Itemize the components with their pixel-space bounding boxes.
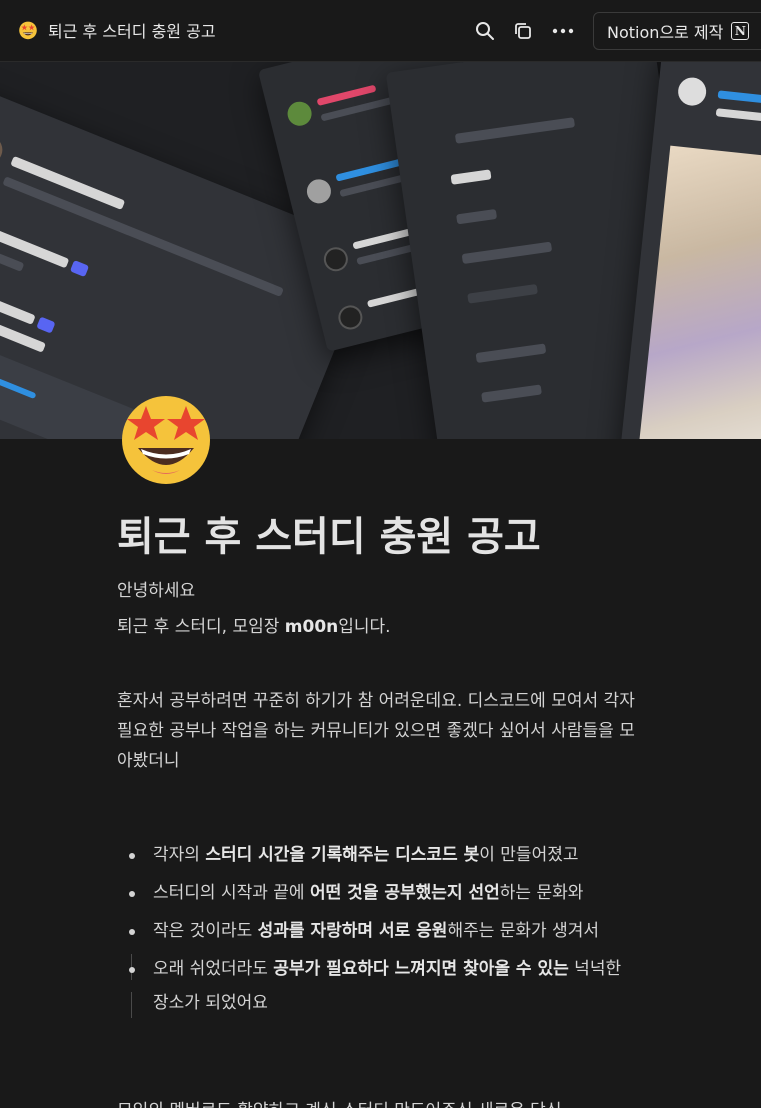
page-title: 퇴근 후 스터디 충원 공고 bbox=[117, 514, 541, 560]
star-struck-emoji-icon bbox=[122, 396, 210, 484]
bullet-dot bbox=[129, 967, 135, 973]
intro-prefix: 퇴근 후 스터디, 모임장 bbox=[117, 617, 285, 637]
duplicate-icon[interactable] bbox=[512, 20, 534, 42]
search-icon[interactable] bbox=[474, 20, 496, 42]
list-item: 스터디의 시작과 끝에 어떤 것을 공부했는지 선언하는 문화와 bbox=[117, 876, 637, 910]
intro-text: 퇴근 후 스터디, 모임장 m00n입니다. bbox=[117, 612, 637, 642]
bullet-text: 해주는 문화가 생겨서 bbox=[447, 921, 600, 941]
bullet-bold-text: 성과를 자랑하며 서로 응원 bbox=[257, 921, 448, 941]
bullet-text: 하는 문화와 bbox=[499, 883, 584, 903]
bullet-text: 각자의 bbox=[153, 845, 206, 865]
made-with-notion-label: Notion으로 제작 bbox=[607, 23, 724, 42]
intro-suffix: 입니다. bbox=[338, 617, 391, 637]
block-divider bbox=[131, 992, 132, 1018]
top-bar: 퇴근 후 스터디 충원 공고 Notion으로 제작 N bbox=[0, 0, 761, 62]
organizer-name: m00n bbox=[284, 617, 339, 637]
notion-logo-icon: N bbox=[731, 22, 750, 40]
bullet-dot bbox=[129, 853, 135, 859]
bullet-text: 작은 것이라도 bbox=[153, 921, 258, 941]
bullet-text: 이 만들어졌고 bbox=[479, 845, 579, 865]
list-item: 작은 것이라도 성과를 자랑하며 서로 응원해주는 문화가 생겨서 bbox=[117, 914, 637, 980]
bullet-bold-text: 공부가 필요하다 느껴지면 찾아올 수 있는 bbox=[273, 959, 569, 979]
bullet-dot bbox=[129, 891, 135, 897]
more-options-icon[interactable] bbox=[552, 20, 574, 42]
bullet-text: 오래 쉬었더라도 bbox=[153, 959, 274, 979]
cover-image bbox=[0, 62, 761, 439]
bullet-bold-text: 스터디 시간을 기록해주는 디스코드 봇 bbox=[205, 845, 480, 865]
bullet-bold-text: 어떤 것을 공부했는지 선언 bbox=[309, 883, 500, 903]
body-paragraph: 혼자서 공부하려면 꾸준히 하기가 참 어려운데요. 디스코드에 모여서 각자 … bbox=[117, 691, 635, 771]
bullet-text: 스터디의 시작과 끝에 bbox=[153, 883, 310, 903]
bullet-dot bbox=[129, 929, 135, 935]
greeting-text: 안녕하세요 bbox=[117, 581, 196, 601]
page-content: 퇴근 후 스터디 충원 공고 안녕하세요 퇴근 후 스터디, 모임장 m00n입… bbox=[117, 506, 637, 776]
feature-bullet-list: 각자의 스터디 시간을 기록해주는 디스코드 봇이 만들어졌고 스터디의 시작과… bbox=[117, 838, 637, 1024]
list-item: 오래 쉬었더라도 공부가 필요하다 느껴지면 찾아올 수 있는 넉넉한 장소가 … bbox=[117, 952, 637, 1020]
breadcrumb-page-title: 퇴근 후 스터디 충원 공고 bbox=[48, 22, 216, 41]
trailing-paragraph: 모임의 멤버로도 활약하고 계신 스터디 만드어주신 새로운 당신 bbox=[117, 1096, 637, 1108]
made-with-notion-button[interactable]: Notion으로 제작 N bbox=[593, 12, 761, 50]
list-item: 각자의 스터디 시간을 기록해주는 디스코드 봇이 만들어졌고 bbox=[117, 838, 637, 872]
breadcrumb[interactable]: 퇴근 후 스터디 충원 공고 bbox=[18, 18, 216, 42]
star-struck-emoji-icon bbox=[19, 21, 37, 40]
